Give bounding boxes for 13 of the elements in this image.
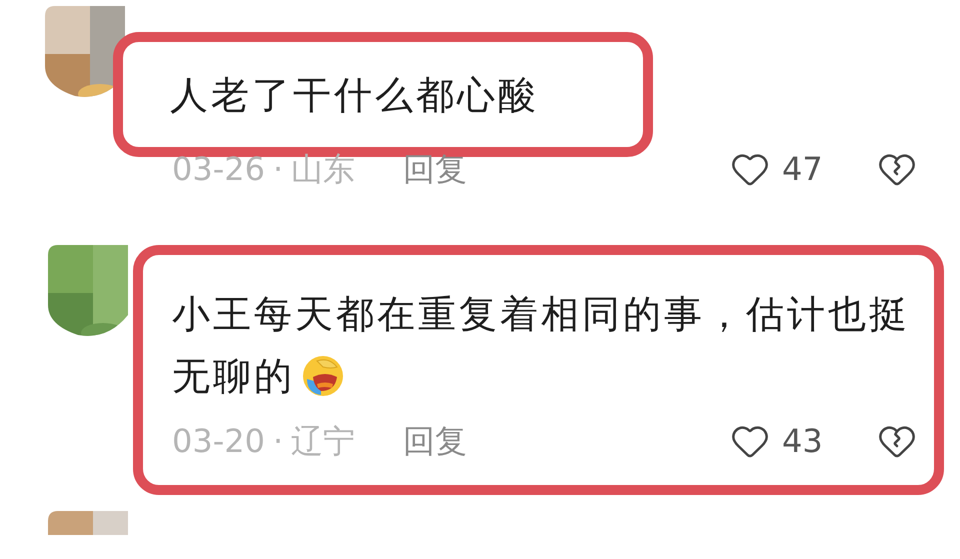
reply-link[interactable]: 回复 — [403, 425, 468, 457]
comment-text: 小王每天都在重复着相同的事，估计也挺 — [172, 291, 910, 338]
like-count: 43 — [782, 425, 824, 457]
reply-link[interactable]: 回复 — [403, 153, 468, 185]
comment-location: 山东 — [291, 153, 356, 185]
separator-dot: · — [272, 425, 284, 457]
separator-dot: · — [272, 153, 284, 185]
comment-text: 人老了干什么都心酸 — [170, 72, 539, 118]
comment-date: 03-20 — [172, 425, 265, 457]
comment-date: 03-26 — [172, 153, 265, 185]
comment-text: 无聊的 — [172, 353, 295, 400]
like-count: 47 — [782, 153, 824, 185]
comment-location: 辽宁 — [291, 425, 356, 457]
